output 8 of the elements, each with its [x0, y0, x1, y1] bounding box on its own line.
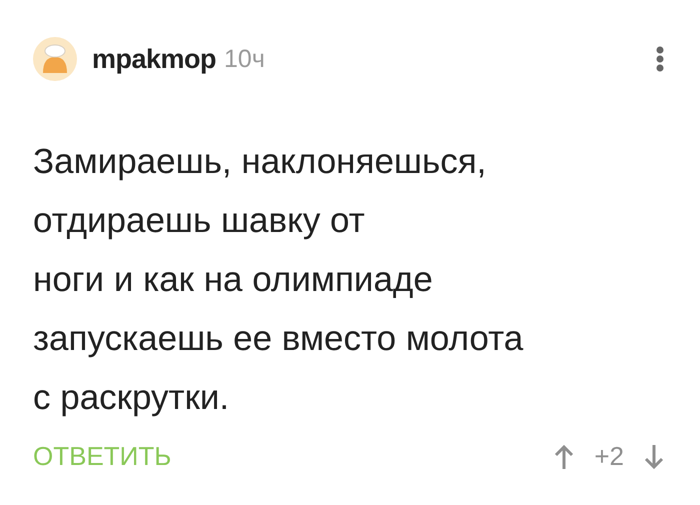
avatar-icon	[33, 37, 77, 81]
rating-count: +2	[594, 441, 624, 472]
more-icon[interactable]	[656, 46, 664, 72]
downvote-icon[interactable]	[644, 444, 664, 470]
comment-text: Замираешь, наклоняешься, отдираешь шавку от ноги и как на олимпиаде запускаешь ее вместо молота с раскрутки.	[33, 141, 524, 419]
upvote-icon[interactable]	[554, 444, 574, 470]
username[interactable]: mpakmop	[92, 44, 216, 74]
timestamp: 10ч	[224, 44, 265, 74]
